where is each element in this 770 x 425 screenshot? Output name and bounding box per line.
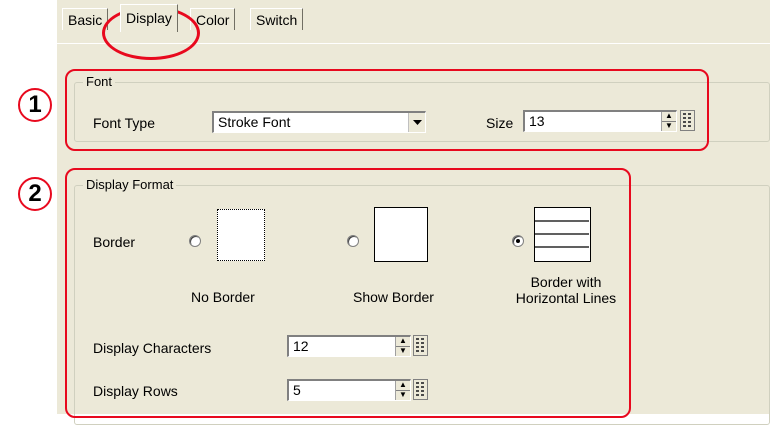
callout-number-1: 1 bbox=[18, 88, 52, 122]
tab-basic[interactable]: Basic bbox=[62, 8, 109, 30]
callout-font-frame bbox=[65, 69, 709, 151]
tab-switch[interactable]: Switch bbox=[250, 8, 304, 30]
callout-display-format-frame bbox=[65, 168, 631, 418]
tab-display[interactable]: Display bbox=[120, 4, 178, 32]
callout-number-2: 2 bbox=[18, 177, 52, 211]
